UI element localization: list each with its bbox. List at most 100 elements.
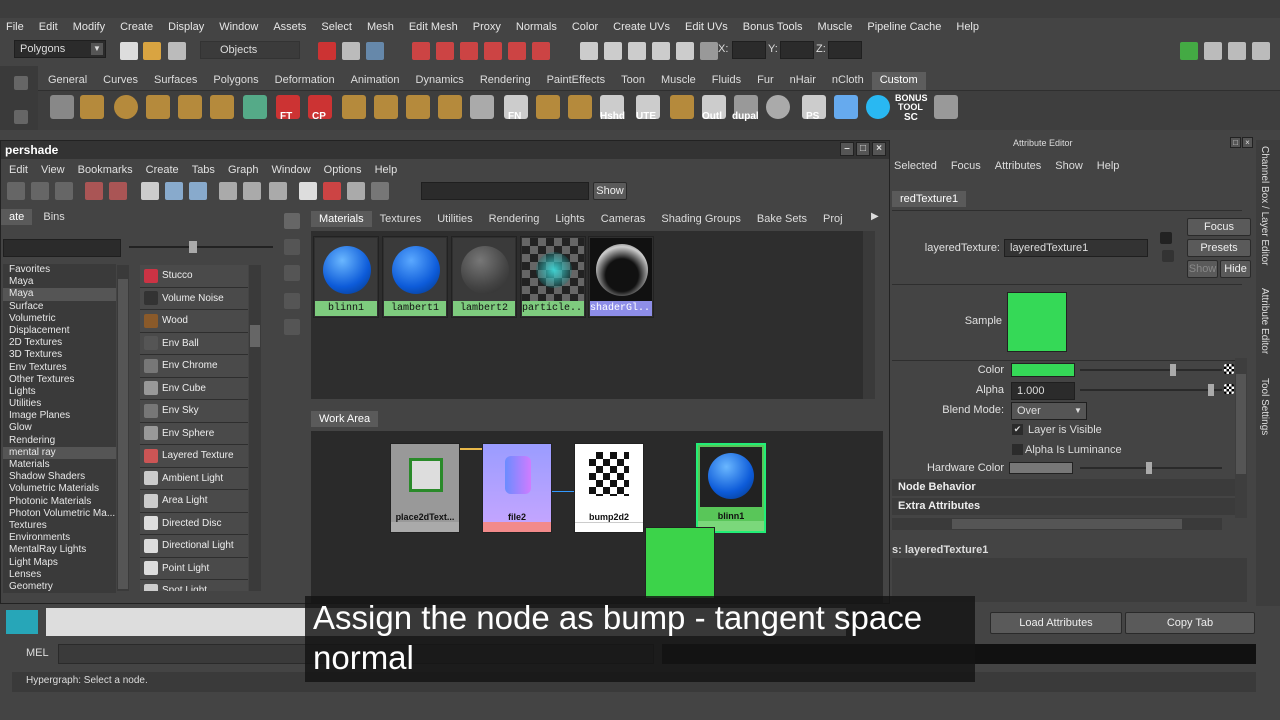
hypershade-menu-item[interactable]: Edit [9, 164, 28, 176]
node-scrollbar[interactable] [249, 265, 261, 591]
poly-torus-icon[interactable] [210, 95, 234, 119]
merge-icon[interactable] [406, 95, 430, 119]
layered-texture-node[interactable] [645, 527, 715, 599]
shelf-tab[interactable]: nCloth [824, 72, 872, 90]
ae-h-scroll-thumb[interactable] [952, 519, 1182, 529]
minimize-button[interactable]: – [840, 142, 854, 156]
node-type-item[interactable]: Env Sky [140, 400, 248, 423]
category-item[interactable]: Environments [3, 532, 116, 544]
node-type-item[interactable]: Point Light [140, 557, 248, 580]
select-object-icon[interactable] [342, 42, 360, 60]
combine-icon[interactable] [243, 95, 267, 119]
category-item[interactable]: 3D Textures [3, 349, 116, 361]
category-scroll-thumb[interactable] [118, 279, 128, 589]
shelf-tab[interactable]: General [40, 72, 95, 90]
node-file2[interactable]: file2 [482, 443, 552, 533]
node-port-bar[interactable] [391, 522, 459, 532]
joint-icon[interactable] [834, 95, 858, 119]
magnet-icon[interactable] [532, 42, 550, 60]
maximize-button[interactable]: □ [856, 142, 870, 156]
snap-surface-icon[interactable] [508, 42, 526, 60]
grid-view-icon[interactable] [371, 182, 389, 200]
node-scroll-thumb[interactable] [250, 325, 260, 347]
category-item[interactable]: Glow [3, 422, 116, 434]
category-item[interactable]: Geometry [3, 581, 116, 593]
output-connections-icon[interactable] [189, 182, 207, 200]
menu-item[interactable]: Select [321, 21, 352, 33]
tab-bins[interactable]: Bins [35, 209, 72, 225]
alpha-slider-handle[interactable] [1208, 384, 1214, 396]
go-input-icon[interactable] [1160, 232, 1172, 244]
rearrange-icon[interactable] [141, 182, 159, 200]
shelf-tab[interactable]: Rendering [472, 72, 539, 90]
ae-menu-item[interactable]: Help [1097, 160, 1120, 172]
menu-item[interactable]: Assets [273, 21, 306, 33]
copy-tab-button[interactable]: Copy Tab [1125, 612, 1255, 634]
x-field[interactable] [732, 41, 766, 59]
tab-channel-box[interactable]: Channel Box / Layer Editor [1259, 146, 1270, 266]
tab-work-area[interactable]: Work Area [311, 411, 379, 427]
poly-sphere-icon[interactable] [114, 95, 138, 119]
map-button-icon[interactable] [1224, 364, 1234, 374]
node-type-item[interactable]: Ambient Light [140, 467, 248, 490]
node-type-item[interactable]: Layered Texture [140, 445, 248, 468]
history-icon[interactable] [580, 42, 598, 60]
node-type-item[interactable]: Spot Light [140, 580, 248, 591]
render-view-icon[interactable] [323, 182, 341, 200]
ae-scrollbar[interactable] [1235, 358, 1247, 518]
layout-split-icon[interactable] [31, 182, 49, 200]
category-item[interactable]: Materials [3, 459, 116, 471]
category-item[interactable]: Favorites [3, 264, 116, 276]
search-field[interactable] [421, 182, 589, 200]
hypershade-menu-item[interactable]: Create [146, 164, 179, 176]
globe-icon[interactable] [766, 95, 790, 119]
category-item[interactable]: Textures [3, 520, 116, 532]
ae-menu-item[interactable]: Attributes [995, 160, 1041, 172]
category-item[interactable]: Lenses [3, 569, 116, 581]
shelf-tab[interactable]: Custom [871, 72, 926, 90]
node-type-item[interactable]: Directed Disc [140, 512, 248, 535]
category-item[interactable]: Env Textures [3, 362, 116, 374]
category-item[interactable]: Photonic Materials [3, 496, 116, 508]
tab-scroll-arrow-icon[interactable]: ▶ [871, 211, 883, 227]
snap-point-icon[interactable] [460, 42, 478, 60]
node-type-item[interactable]: Area Light [140, 490, 248, 513]
node-port-bar[interactable] [575, 522, 643, 532]
modeling-toolkit-icon[interactable] [1180, 42, 1198, 60]
shelf-tab[interactable]: Curves [95, 72, 146, 90]
side-tool-icon[interactable] [284, 265, 300, 281]
render-icon[interactable] [604, 42, 622, 60]
hypershade-menu-item[interactable]: Window [272, 164, 311, 176]
menu-item[interactable]: Modify [73, 21, 105, 33]
node-blinn1[interactable]: blinn1 [696, 443, 766, 533]
shelf-tab[interactable]: Deformation [267, 72, 343, 90]
open-scene-icon[interactable] [143, 42, 161, 60]
ipr-render-icon[interactable] [628, 42, 646, 60]
snap-curve-icon[interactable] [436, 42, 454, 60]
layer-visible-checkbox[interactable]: ✔ [1012, 424, 1023, 435]
node-bump2d2[interactable]: bump2d2 [574, 443, 644, 533]
side-tool-icon[interactable] [284, 213, 300, 229]
extrude-icon[interactable] [342, 95, 366, 119]
tab-layered-texture[interactable]: redTexture1 [892, 191, 967, 207]
select-tool-icon[interactable] [50, 95, 74, 119]
hypershade-icon[interactable] [676, 42, 694, 60]
ae-menu-item[interactable]: Focus [951, 160, 981, 172]
materials-scrollbar[interactable] [863, 231, 875, 399]
sculpt-icon[interactable] [670, 95, 694, 119]
category-item[interactable]: Rendering [3, 435, 116, 447]
blend-mode-dropdown[interactable]: Over ▼ [1011, 402, 1087, 420]
color-slider-handle[interactable] [1170, 364, 1176, 376]
tab-tool-settings[interactable]: Tool Settings [1259, 378, 1270, 435]
alpha-field[interactable]: 1.000 [1011, 382, 1075, 400]
extra-attributes-section[interactable]: Extra Attributes [892, 498, 1242, 515]
presets-button[interactable]: Presets [1187, 239, 1251, 257]
poly-cylinder-icon[interactable] [146, 95, 170, 119]
snap-grid-icon[interactable] [412, 42, 430, 60]
select-component-icon[interactable] [366, 42, 384, 60]
hypershade-menu-item[interactable]: Graph [228, 164, 259, 176]
side-tool-icon[interactable] [284, 319, 300, 335]
menu-item[interactable]: File [6, 21, 24, 33]
focus-button[interactable]: Focus [1187, 218, 1251, 236]
show-button[interactable]: Show [1187, 260, 1218, 278]
